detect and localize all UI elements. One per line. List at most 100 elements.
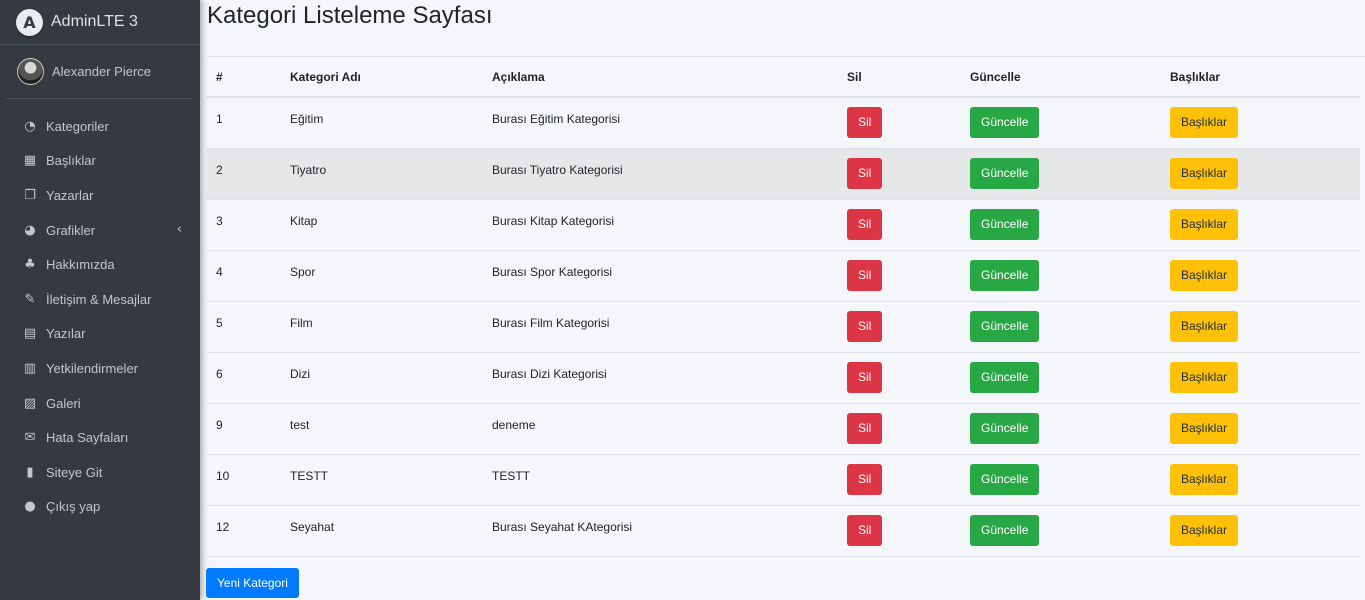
cell-id: 10	[206, 454, 280, 506]
brand-link[interactable]: A AdminLTE 3	[0, 0, 200, 45]
titles-button[interactable]: Başlıklar	[1170, 412, 1239, 444]
update-button[interactable]: Güncelle	[970, 361, 1040, 393]
cell-action: Sil	[837, 250, 960, 302]
sidebar-item-6[interactable]: ✎ İletişim & Mesajlar	[0, 282, 200, 317]
user-name[interactable]: Alexander Pierce	[52, 64, 151, 79]
table-row: 4 Spor Burası Spor Kategorisi Sil Güncelle Ba…	[206, 250, 1360, 302]
cell-name: Eğitim	[280, 97, 482, 149]
cell-id: 2	[206, 148, 280, 200]
sidebar-item-3[interactable]: ❐ Yazarlar	[0, 178, 200, 213]
col-header-delete: Sil	[837, 57, 960, 98]
category-table: # Kategori Adı Açıklama Sil Güncelle Baş…	[206, 57, 1360, 557]
delete-button[interactable]: Sil	[847, 514, 883, 546]
cell-action: Başlıklar	[1160, 505, 1360, 557]
update-button[interactable]: Güncelle	[970, 208, 1040, 240]
update-button[interactable]: Güncelle	[970, 412, 1040, 444]
table-row: 9 test deneme Sil Güncelle Başlıklar	[206, 403, 1360, 455]
titles-button[interactable]: Başlıklar	[1170, 107, 1239, 138]
sidebar-item-5[interactable]: ♣ Hakkımızda	[0, 247, 200, 282]
calendar-icon: ▥	[23, 360, 37, 376]
cell-action: Güncelle	[960, 199, 1160, 251]
new-category-button[interactable]: Yeni Kategori	[206, 568, 299, 598]
cell-description: deneme	[482, 403, 837, 455]
sidebar-nav: ◔ Kategoriler ▦ Başlıklar ❐ Yazarlar ◕ Grafikle…	[0, 99, 200, 524]
titles-button[interactable]: Başlıklar	[1170, 310, 1239, 342]
sidebar: A AdminLTE 3 Alexander Pierce ◔ Kategoril…	[0, 0, 200, 600]
table-icon: ▤	[23, 326, 37, 342]
cell-name: Tiyatro	[280, 148, 482, 200]
user-panel[interactable]: Alexander Pierce	[6, 45, 192, 99]
brand-logo-icon: A	[16, 8, 43, 36]
sidebar-item-8[interactable]: ▥ Yetkilendirmeler	[0, 351, 200, 386]
update-button[interactable]: Güncelle	[970, 463, 1040, 495]
cell-action: Güncelle	[960, 454, 1160, 506]
cell-action: Güncelle	[960, 352, 1160, 404]
sidebar-item-4[interactable]: ◕ Grafikler ‹	[0, 213, 200, 248]
table-row: 12 Seyahat Burası Seyahat KAtegorisi Sil Gün…	[206, 505, 1360, 557]
cell-description: Burası Seyahat KAtegorisi	[482, 505, 837, 557]
book-icon: ▮	[26, 464, 34, 480]
tachometer-icon: ◔	[24, 118, 36, 134]
cell-name: Spor	[280, 250, 482, 302]
grid-icon: ▦	[23, 153, 37, 169]
update-button[interactable]: Güncelle	[970, 514, 1040, 546]
pie-chart-icon: ◕	[24, 222, 36, 238]
cell-id: 9	[206, 403, 280, 455]
tree-icon: ♣	[24, 257, 36, 273]
update-button[interactable]: Güncelle	[970, 157, 1040, 189]
delete-button[interactable]: Sil	[847, 361, 883, 393]
cell-action: Sil	[837, 403, 960, 455]
col-header-id: #	[206, 57, 280, 98]
sidebar-item-7[interactable]: ▤ Yazılar	[0, 317, 200, 352]
sidebar-item-1[interactable]: ◔ Kategoriler	[0, 109, 200, 144]
table-row: 2 Tiyatro Burası Tiyatro Kategorisi Sil Günc…	[206, 148, 1360, 200]
sidebar-item-12[interactable]: ● Çıkış yap	[0, 490, 200, 525]
copy-icon: ❐	[24, 187, 36, 203]
delete-button[interactable]: Sil	[847, 107, 883, 138]
update-button[interactable]: Güncelle	[970, 259, 1040, 291]
cell-action: Başlıklar	[1160, 403, 1360, 455]
cell-name: TESTT	[280, 454, 482, 506]
delete-button[interactable]: Sil	[847, 310, 883, 342]
chevron-left-icon[interactable]: ‹	[177, 222, 182, 237]
sidebar-item-2[interactable]: ▦ Başlıklar	[0, 144, 200, 179]
delete-button[interactable]: Sil	[847, 463, 883, 495]
sidebar-item-10[interactable]: ✉ Hata Sayfaları	[0, 420, 200, 455]
page-title: Kategori Listeleme Sayfası	[207, 2, 493, 29]
titles-button[interactable]: Başlıklar	[1170, 514, 1239, 546]
apple-icon: ●	[24, 499, 36, 515]
titles-button[interactable]: Başlıklar	[1170, 208, 1239, 240]
update-button[interactable]: Güncelle	[970, 107, 1040, 138]
image-icon: ▨	[23, 395, 37, 411]
sidebar-item-label: Yetkilendirmeler	[46, 360, 139, 376]
envelope-icon: ✉	[24, 430, 36, 446]
sidebar-item-11[interactable]: ▮ Siteye Git	[0, 455, 200, 490]
table-row: 1 Eğitim Burası Eğitim Kategorisi Sil Güncel…	[206, 97, 1360, 149]
titles-button[interactable]: Başlıklar	[1170, 259, 1239, 291]
titles-button[interactable]: Başlıklar	[1170, 361, 1239, 393]
delete-button[interactable]: Sil	[847, 208, 883, 240]
cell-name: test	[280, 403, 482, 455]
col-header-name: Kategori Adı	[280, 57, 482, 98]
cell-description: TESTT	[482, 454, 837, 506]
cell-action: Sil	[837, 301, 960, 353]
update-button[interactable]: Güncelle	[970, 310, 1040, 342]
delete-button[interactable]: Sil	[847, 412, 883, 444]
table-row: 6 Dizi Burası Dizi Kategorisi Sil Güncelle Ba…	[206, 352, 1360, 404]
cell-action: Sil	[837, 199, 960, 251]
delete-button[interactable]: Sil	[847, 259, 883, 291]
sidebar-item-label: Yazarlar	[46, 187, 94, 203]
sidebar-item-label: İletişim & Mesajlar	[46, 291, 152, 307]
sidebar-item-label: Yazılar	[46, 326, 86, 342]
sidebar-item-9[interactable]: ▨ Galeri	[0, 386, 200, 421]
cell-name: Dizi	[280, 352, 482, 404]
sidebar-item-label: Siteye Git	[46, 464, 103, 480]
cell-action: Sil	[837, 352, 960, 404]
titles-button[interactable]: Başlıklar	[1170, 157, 1239, 189]
titles-button[interactable]: Başlıklar	[1170, 463, 1239, 495]
cell-action: Başlıklar	[1160, 250, 1360, 302]
cell-action: Başlıklar	[1160, 301, 1360, 353]
cell-description: Burası Film Kategorisi	[482, 301, 837, 353]
sidebar-item-label: Kategoriler	[46, 118, 109, 134]
delete-button[interactable]: Sil	[847, 157, 883, 189]
